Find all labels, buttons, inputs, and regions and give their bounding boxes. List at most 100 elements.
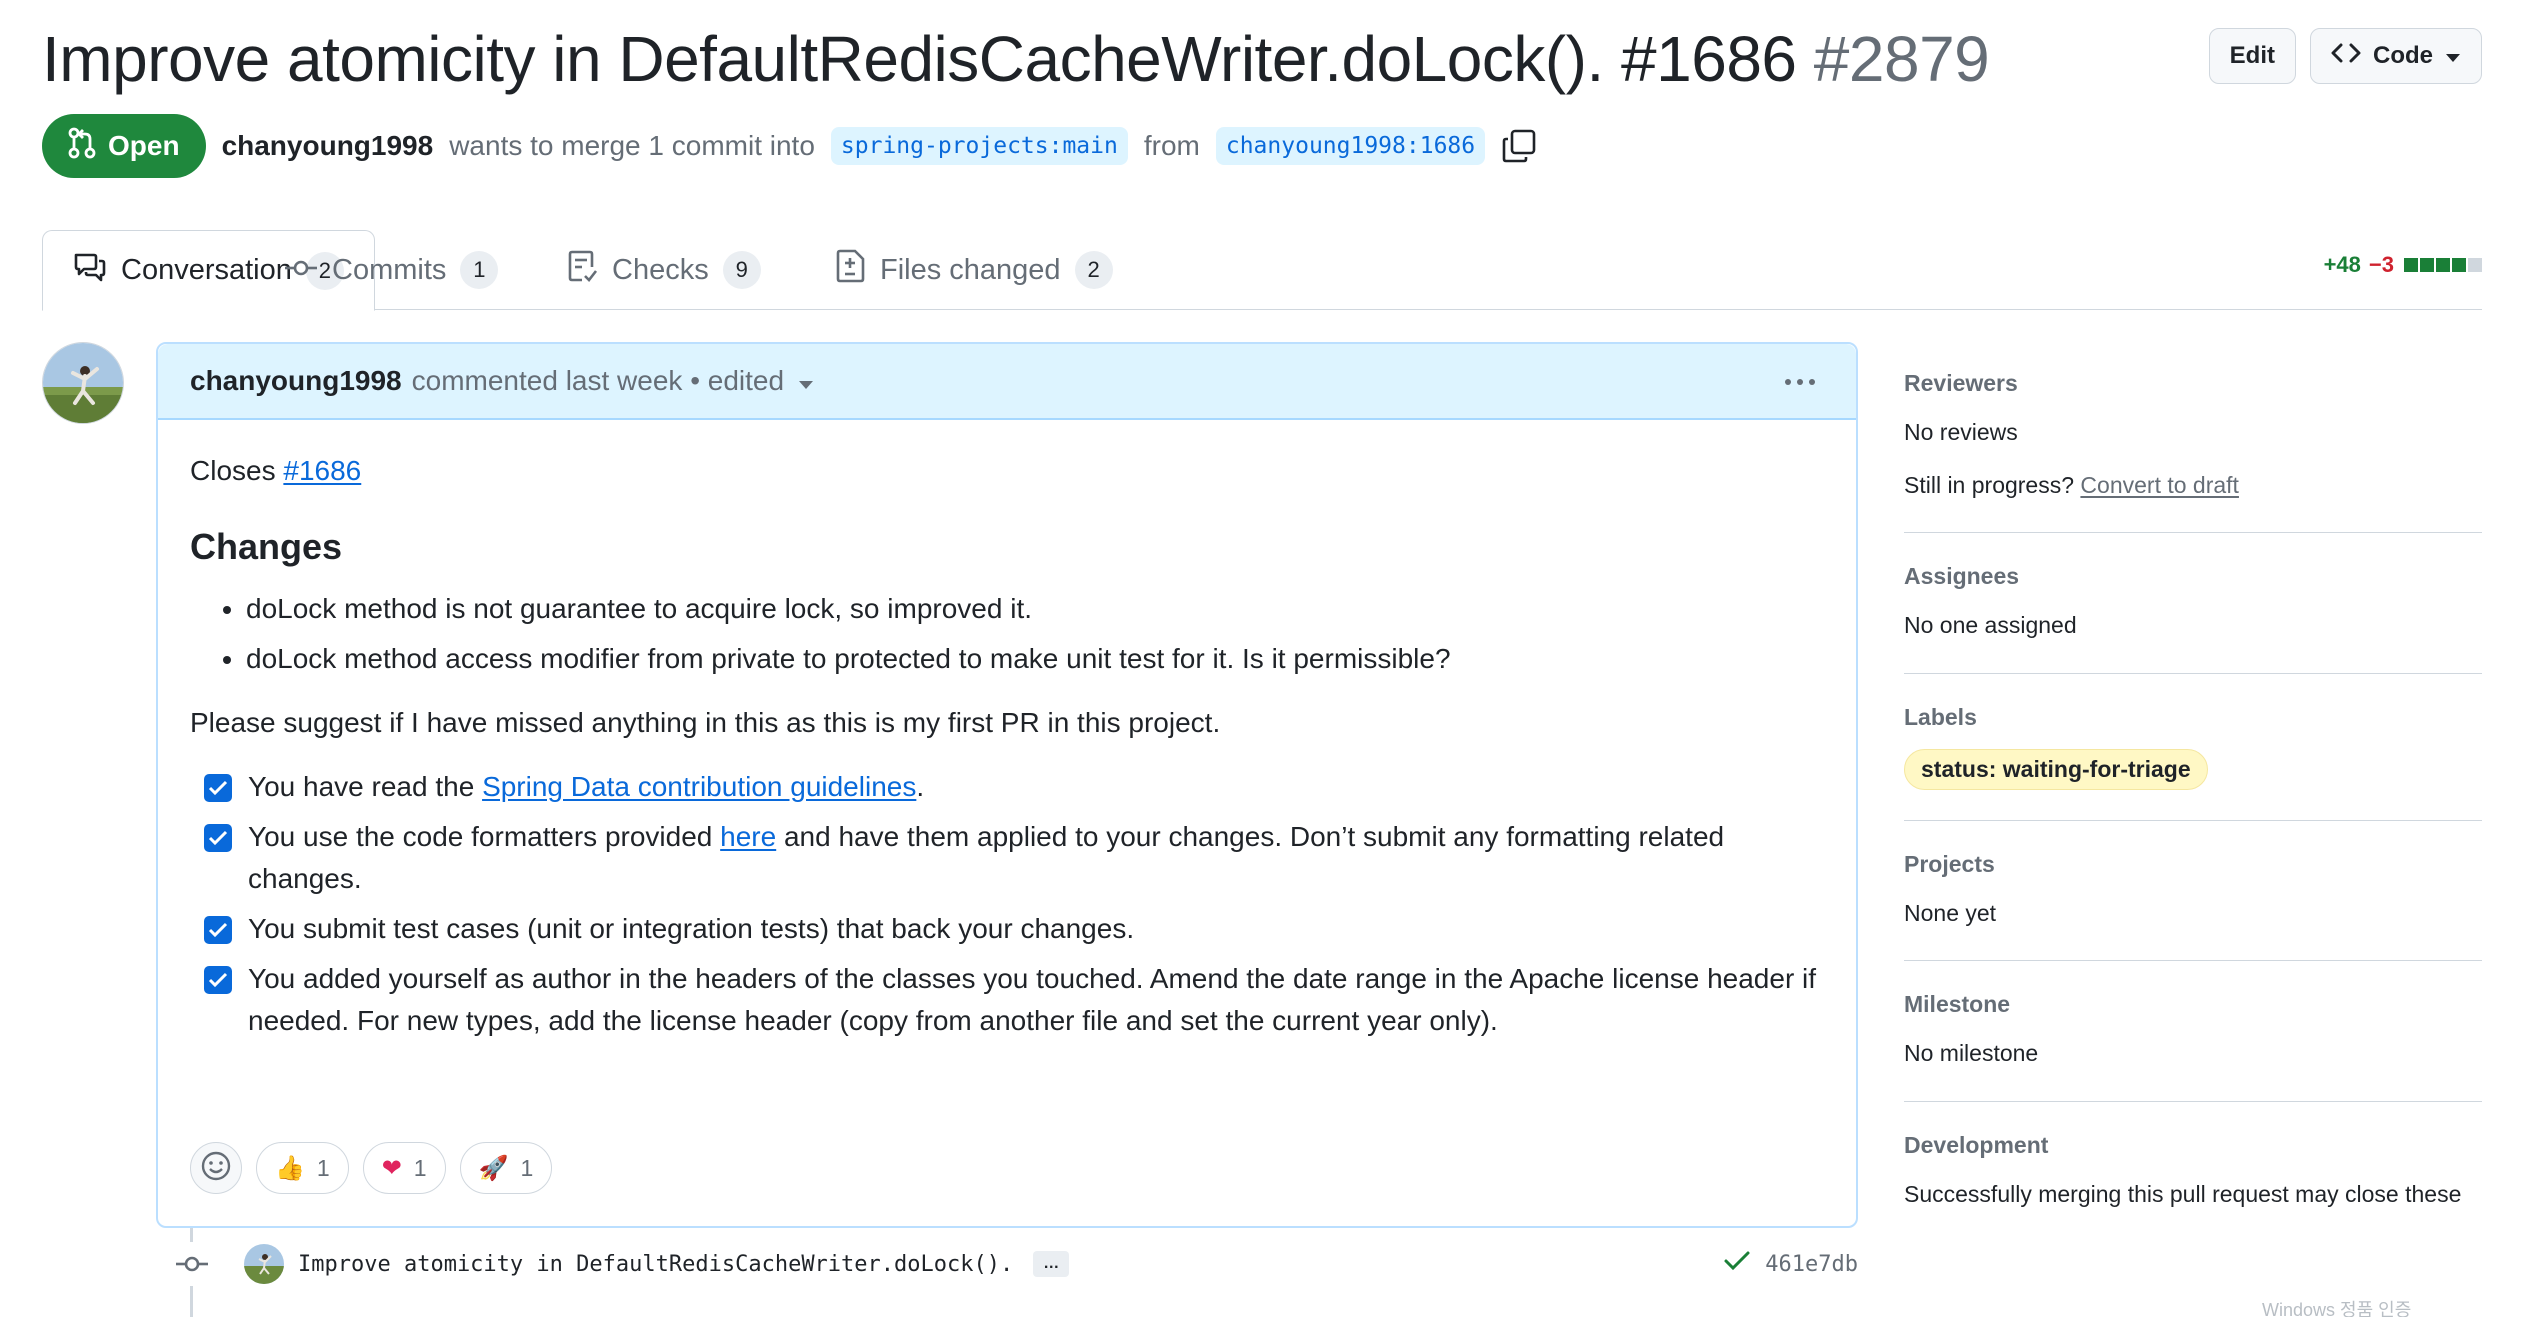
- diffstat-box: [2436, 258, 2450, 272]
- tab-files-changed-label: Files changed: [880, 253, 1061, 286]
- kebab-horizontal-icon[interactable]: [1780, 362, 1820, 402]
- reviewers-value: No reviews: [1904, 419, 2018, 445]
- closes-line: Closes #1686: [190, 450, 1824, 492]
- comment-body: Closes #1686 Changes doLock method is no…: [158, 420, 1856, 1080]
- header-actions: Edit Code: [2208, 28, 2482, 84]
- reaction-heart[interactable]: ❤ 1: [362, 1142, 446, 1194]
- reviewers-title[interactable]: Reviewers: [1904, 370, 2482, 397]
- pr-tabs: Conversation 2 Commits 1 Checks 9 Files …: [42, 230, 2482, 311]
- state-badge-open: Open: [42, 114, 206, 178]
- task-text: You use the code formatters provided her…: [248, 816, 1824, 900]
- task-checkbox[interactable]: [204, 824, 232, 852]
- tab-files-changed[interactable]: Files changed 2: [806, 230, 1143, 310]
- triangle-down-icon[interactable]: [798, 365, 814, 397]
- pr-title-text: Improve atomicity in DefaultRedisCacheWr…: [42, 23, 1797, 95]
- milestone-value: No milestone: [1904, 1040, 2039, 1066]
- milestone-title[interactable]: Milestone: [1904, 991, 2482, 1018]
- sidebar-assignees: Assignees No one assigned: [1904, 563, 2482, 674]
- comment-card: chanyoung1998 commented last week • edit…: [156, 342, 1858, 1228]
- commit-status: 461e7db: [1723, 1250, 1858, 1278]
- task-checkbox[interactable]: [204, 774, 232, 802]
- commit-sha-link[interactable]: 461e7db: [1765, 1252, 1858, 1277]
- heart-icon: ❤: [381, 1154, 402, 1182]
- head-branch[interactable]: chanyoung1998:1686: [1215, 127, 1486, 165]
- label-waiting-for-triage[interactable]: status: waiting-for-triage: [1904, 748, 2208, 790]
- labels-title[interactable]: Labels: [1904, 704, 2482, 731]
- diffstat-box: [2452, 258, 2466, 272]
- convert-to-draft-link[interactable]: Convert to draft: [2080, 472, 2239, 498]
- commit-author-avatar[interactable]: [244, 1244, 284, 1284]
- code-formatters-link[interactable]: here: [720, 821, 776, 852]
- windows-activation-watermark: Windows 정품 인증: [2262, 1300, 2412, 1317]
- task-item: You added yourself as author in the head…: [190, 958, 1824, 1042]
- sidebar-development: Development Successfully merging this pu…: [1904, 1132, 2482, 1212]
- comment-discussion-icon: [73, 252, 107, 290]
- changes-list: doLock method is not guarantee to acquir…: [246, 588, 1824, 680]
- tab-checks-count: 9: [722, 251, 761, 289]
- development-value: Successfully merging this pull request m…: [1904, 1180, 2462, 1207]
- sidebar-reviewers: Reviewers No reviews Still in progress? …: [1904, 370, 2482, 533]
- task-text-part: You use the code formatters provided: [248, 821, 721, 852]
- comment-author[interactable]: chanyoung1998: [190, 365, 402, 397]
- copy-icon[interactable]: [1501, 128, 1537, 164]
- check-icon[interactable]: [1723, 1250, 1751, 1278]
- task-text: You have read the Spring Data contributi…: [248, 766, 924, 808]
- code-button-label: Code: [2373, 42, 2433, 69]
- checklist-icon: [568, 249, 598, 291]
- list-item: doLock method is not guarantee to acquir…: [246, 588, 1824, 630]
- task-checkbox[interactable]: [204, 916, 232, 944]
- pr-state-row: Open chanyoung1998 wants to merge 1 comm…: [42, 114, 1537, 178]
- tab-commits[interactable]: Commits 1: [254, 230, 528, 310]
- thumbs-up-icon: 👍: [275, 1154, 305, 1182]
- in-progress-text: Still in progress?: [1904, 471, 2075, 498]
- contribution-guidelines-link[interactable]: Spring Data contribution guidelines: [482, 771, 916, 802]
- diffstat-deletions: −3: [2368, 252, 2394, 277]
- development-title[interactable]: Development: [1904, 1132, 2482, 1159]
- comment-header: chanyoung1998 commented last week • edit…: [158, 344, 1856, 420]
- git-commit-icon: [170, 1242, 214, 1286]
- reaction-thumbs-up[interactable]: 👍 1: [256, 1142, 349, 1194]
- comment-meta[interactable]: commented last week • edited: [412, 365, 784, 397]
- projects-title[interactable]: Projects: [1904, 851, 2482, 878]
- merge-text: wants to merge 1 commit into: [449, 130, 815, 161]
- pr-author-link[interactable]: chanyoung1998: [222, 130, 434, 162]
- task-checkbox[interactable]: [204, 966, 232, 994]
- rocket-icon: 🚀: [478, 1154, 509, 1182]
- reaction-count: 1: [316, 1154, 330, 1181]
- closes-issue-link[interactable]: #1686: [283, 455, 361, 486]
- diffstat-bar: [2402, 258, 2482, 272]
- edit-button[interactable]: Edit: [2208, 28, 2296, 84]
- list-item: doLock method access modifier from priva…: [246, 638, 1824, 680]
- git-commit-icon: [284, 254, 318, 287]
- changes-heading: Changes: [190, 526, 343, 567]
- pr-title: Improve atomicity in DefaultRedisCacheWr…: [42, 18, 1990, 101]
- reaction-count: 1: [413, 1154, 427, 1181]
- task-item: You have read the Spring Data contributi…: [190, 766, 1824, 808]
- reaction-rocket[interactable]: 🚀 1: [459, 1142, 553, 1194]
- code-button[interactable]: Code: [2310, 28, 2482, 84]
- tab-checks[interactable]: Checks 9: [538, 230, 791, 310]
- assignees-title[interactable]: Assignees: [1904, 563, 2482, 590]
- base-branch[interactable]: spring-projects:main: [830, 127, 1128, 165]
- tab-files-changed-count: 2: [1074, 251, 1113, 289]
- commit-expand-button[interactable]: …: [1033, 1251, 1070, 1277]
- tab-commits-label: Commits: [332, 253, 447, 286]
- commit-message-link[interactable]: Improve atomicity in DefaultRedisCacheWr…: [298, 1252, 1013, 1277]
- pr-header: Improve atomicity in DefaultRedisCacheWr…: [42, 18, 2482, 178]
- sidebar-projects: Projects None yet: [1904, 851, 2482, 961]
- avatar[interactable]: [42, 342, 124, 424]
- diffstat-box: [2468, 258, 2482, 272]
- diffstat-box: [2404, 258, 2418, 272]
- task-item: You use the code formatters provided her…: [190, 816, 1824, 900]
- suggestion-paragraph: Please suggest if I have missed anything…: [190, 707, 1221, 738]
- task-text: You submit test cases (unit or integrati…: [248, 913, 1135, 944]
- sidebar-milestone: Milestone No milestone: [1904, 991, 2482, 1102]
- projects-value: None yet: [1904, 899, 1997, 926]
- add-reaction-button[interactable]: [190, 1142, 242, 1194]
- tab-checks-label: Checks: [612, 253, 709, 286]
- task-item: You submit test cases (unit or integrati…: [190, 908, 1824, 950]
- code-icon: [2331, 41, 2361, 72]
- diffstat: +48 −3: [2324, 252, 2482, 278]
- edit-button-label: Edit: [2229, 42, 2275, 69]
- reactions-bar: 👍 1 ❤ 1 🚀 1: [190, 1142, 553, 1194]
